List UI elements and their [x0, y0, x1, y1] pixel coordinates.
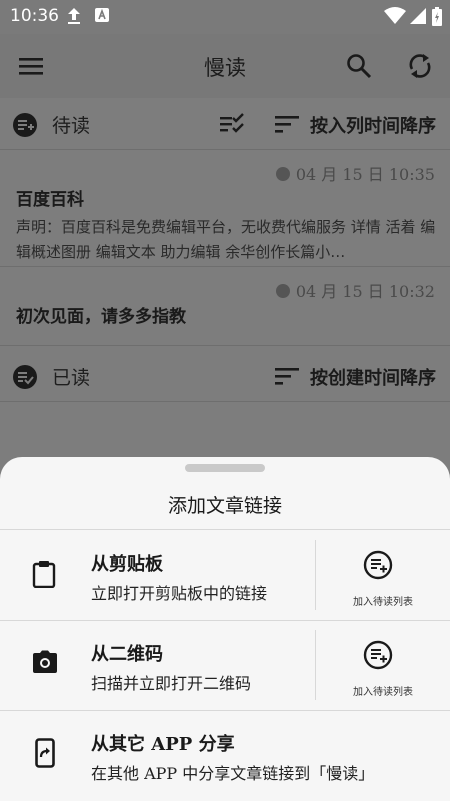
add-to-read-list-button[interactable]: 加入待读列表 [316, 530, 450, 620]
read-section-label: 已读 [52, 367, 91, 389]
status-time: 10:36 [10, 6, 59, 26]
to-read-section-icon [13, 113, 37, 137]
app-notification-icon [95, 8, 109, 22]
article-date: 04 月 15 日 10:32 [275, 278, 435, 302]
from-qrcode-option[interactable]: 从二维码 扫描并立即打开二维码 加入待读列表 [0, 620, 450, 710]
status-bar: 10:36 [0, 0, 450, 34]
sort-icon[interactable] [274, 366, 300, 386]
article-title: 百度百科 [16, 190, 84, 210]
article-title: 初次见面，请多多指教 [16, 307, 186, 327]
unread-dot [275, 284, 290, 298]
to-read-sort-label[interactable]: 按入列时间降序 [310, 112, 436, 138]
app-bar: 慢读 [0, 34, 450, 98]
from-app-share-option[interactable]: 从其它 APP 分享 在其他 APP 中分享文章链接到「慢读」 [0, 710, 450, 800]
option-subtitle: 立即打开剪贴板中的链接 [91, 584, 268, 603]
to-read-section-header: 待读 按入列时间降序 [0, 98, 450, 150]
article-card[interactable]: 04 月 15 日 10:32 初次见面，请多多指教 [0, 268, 450, 346]
sheet-title: 添加文章链接 [167, 495, 282, 517]
option-title: 从二维码 [91, 644, 163, 665]
drag-handle[interactable] [185, 464, 265, 472]
add-to-read-list-button[interactable]: 加入待读列表 [316, 620, 450, 710]
read-section-header: 已读 按创建时间降序 [0, 350, 450, 402]
clipboard-icon [32, 561, 56, 588]
article-snippet: 声明：百度百科是免费编辑平台，无收费代编服务 详情 活着 编辑概述图册 编辑文本… [16, 218, 436, 261]
search-icon[interactable] [345, 52, 373, 80]
option-title: 从剪贴板 [91, 554, 163, 575]
add-to-list-icon [363, 550, 393, 580]
camera-icon [33, 650, 57, 673]
upload-icon [68, 8, 80, 24]
option-subtitle: 扫描并立即打开二维码 [91, 674, 252, 693]
add-link-bottom-sheet: 添加文章链接 从剪贴板 立即打开剪贴板中的链接 加入待读列表 从二维码 扫描并立… [0, 457, 450, 801]
app-title: 慢读 [204, 56, 246, 80]
sort-icon[interactable] [274, 114, 300, 134]
add-button-label: 加入待读列表 [353, 597, 413, 608]
add-to-list-icon [363, 640, 393, 670]
article-date: 04 月 15 日 10:35 [275, 161, 435, 185]
sync-icon[interactable] [406, 52, 434, 80]
from-clipboard-option[interactable]: 从剪贴板 立即打开剪贴板中的链接 加入待读列表 [0, 530, 450, 620]
wifi-icon [384, 7, 406, 24]
read-sort-label[interactable]: 按创建时间降序 [310, 364, 436, 390]
signal-icon [410, 8, 426, 24]
to-read-section-label: 待读 [52, 115, 91, 137]
battery-icon [432, 7, 442, 26]
option-title: 从其它 APP 分享 [91, 734, 235, 755]
read-section-icon [13, 365, 37, 389]
unread-dot [275, 167, 290, 181]
share-to-app-icon [35, 738, 55, 768]
add-button-label: 加入待读列表 [353, 687, 413, 698]
option-subtitle: 在其他 APP 中分享文章链接到「慢读」 [91, 764, 375, 783]
article-card[interactable]: 04 月 15 日 10:35 百度百科 声明：百度百科是免费编辑平台，无收费代… [0, 151, 450, 267]
batch-select-icon[interactable] [218, 112, 246, 136]
